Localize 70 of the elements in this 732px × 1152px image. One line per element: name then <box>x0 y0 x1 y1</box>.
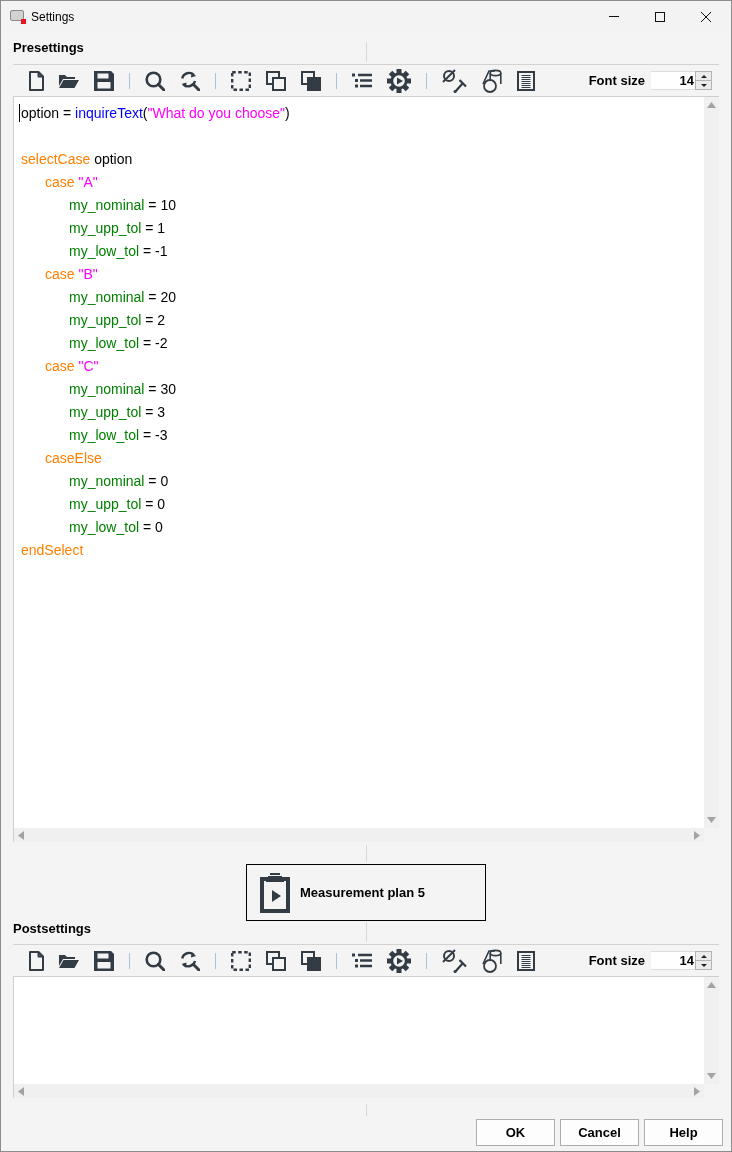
dashed-square-icon[interactable] <box>231 950 251 971</box>
copy-icon[interactable] <box>266 950 286 971</box>
spin-down-button[interactable] <box>695 961 712 970</box>
code-line: case "A" <box>45 173 98 192</box>
dashed-square-icon[interactable] <box>231 70 251 91</box>
folder-icon[interactable] <box>59 73 79 88</box>
new-file-icon[interactable] <box>29 950 44 971</box>
new-file-icon[interactable] <box>29 70 44 91</box>
text-document-icon[interactable] <box>517 950 535 971</box>
list-icon[interactable] <box>352 73 372 88</box>
code-line: my_upp_tol = 1 <box>69 219 166 238</box>
help-button[interactable]: Help <box>644 1119 723 1146</box>
stacked-squares-icon[interactable] <box>301 950 321 971</box>
measurement-plan-button[interactable]: Measurement plan 5 <box>246 864 486 921</box>
font-size-label: Font size <box>588 72 645 89</box>
code-line: my_upp_tol = 2 <box>69 311 166 330</box>
diameter-probe-icon[interactable] <box>442 68 467 93</box>
section-title: Postsettings <box>13 921 91 937</box>
close-icon <box>701 11 711 22</box>
code-line: case "C" <box>45 357 99 376</box>
code-line: my_nominal = 0 <box>69 472 169 491</box>
spin-up-button[interactable] <box>695 951 712 961</box>
text-cursor <box>19 104 20 122</box>
code-line: my_nominal = 20 <box>69 288 176 307</box>
code-line: my_low_tol = -2 <box>69 334 168 353</box>
maximize-icon <box>655 11 665 22</box>
font-size-field[interactable]: 14 <box>651 951 695 970</box>
diameter-probe-icon[interactable] <box>442 948 467 973</box>
folder-icon[interactable] <box>59 953 79 968</box>
clipboard-play-icon <box>260 872 290 913</box>
spin-up-arrow-icon <box>700 74 707 78</box>
list-icon[interactable] <box>352 953 372 968</box>
spin-down-arrow-icon <box>700 83 707 87</box>
code-line: option = inquireText("What do you choose") <box>21 104 290 123</box>
code-line: my_low_tol = -3 <box>69 426 168 445</box>
save-icon[interactable] <box>94 70 114 91</box>
font-size-field[interactable]: 14 <box>651 71 695 90</box>
shapes-icon[interactable] <box>482 68 502 93</box>
search-refresh-icon[interactable] <box>180 950 200 971</box>
shapes-icon[interactable] <box>482 948 502 973</box>
code-line: endSelect <box>21 541 84 560</box>
search-refresh-icon[interactable] <box>180 70 200 91</box>
search-icon[interactable] <box>145 70 165 91</box>
ok-button[interactable]: OK <box>476 1119 555 1146</box>
app-icon <box>10 9 26 24</box>
code-line: case "B" <box>45 265 98 284</box>
spin-up-button[interactable] <box>695 71 712 81</box>
font-size-label: Font size <box>588 952 645 969</box>
code-line: my_upp_tol = 3 <box>69 403 166 422</box>
code-line: my_nominal = 30 <box>69 380 176 399</box>
text-document-icon[interactable] <box>517 70 535 91</box>
code-line: my_nominal = 10 <box>69 196 176 215</box>
search-icon[interactable] <box>145 950 165 971</box>
spin-up-arrow-icon <box>700 954 707 958</box>
code-line: my_low_tol = -1 <box>69 242 168 261</box>
save-icon[interactable] <box>94 950 114 971</box>
gear-play-icon[interactable] <box>387 68 411 93</box>
spin-down-button[interactable] <box>695 81 712 90</box>
window-title: Settings <box>31 8 75 25</box>
code-line: my_upp_tol = 0 <box>69 495 166 514</box>
spin-down-arrow-icon <box>700 963 707 967</box>
code-line: my_low_tol = 0 <box>69 518 163 537</box>
copy-icon[interactable] <box>266 70 286 91</box>
code-line: caseElse <box>45 449 102 468</box>
cancel-button[interactable]: Cancel <box>560 1119 639 1146</box>
stacked-squares-icon[interactable] <box>301 70 321 91</box>
section-title: Presettings <box>13 40 84 56</box>
code-line: selectCase option <box>21 150 133 169</box>
minimize-icon <box>609 16 619 17</box>
gear-play-icon[interactable] <box>387 948 411 973</box>
